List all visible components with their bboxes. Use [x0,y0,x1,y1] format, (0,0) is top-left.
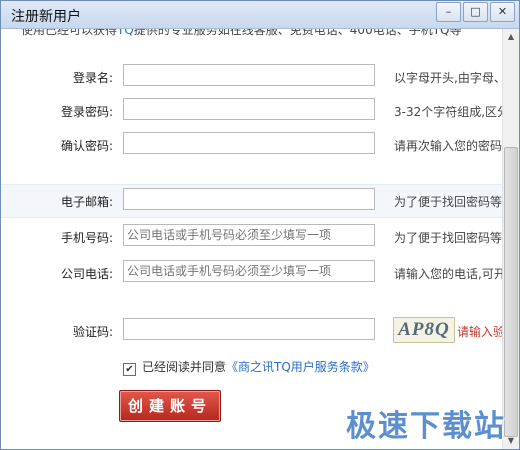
confirm-password-label: 确认密码: [60,139,113,153]
company-phone-input[interactable] [123,260,375,282]
watermark-logo: 极速下载站 [346,409,506,444]
title-bar[interactable]: 注册新用户 – □ ✕ [1,1,519,29]
password-hint: 3-32个字符组成,区分 [394,105,503,119]
captcha-row: 验证码: AP8Q 请输入验 [1,315,503,347]
top-notice-prefix: 使用已经可以获得 [21,29,118,37]
email-label: 电子邮箱: [60,195,113,209]
window-controls: – □ ✕ [434,2,515,22]
captcha-image[interactable]: AP8Q [393,317,455,343]
create-account-button[interactable]: 创建账号 [119,390,221,422]
agree-checkbox[interactable]: ✔ [123,363,136,376]
confirm-password-row: 确认密码: 请再次输入您的密码 [1,129,503,161]
captcha-input[interactable] [123,318,375,340]
confirm-password-hint: 请再次输入您的密码 [394,139,503,153]
login-name-hint: 以字母开头,由字母、 [394,71,503,85]
email-row: 电子邮箱: 为了便于找回密码等 [1,184,503,218]
mobile-label: 手机号码: [60,231,113,245]
captcha-hint: 请输入验 [457,325,503,339]
login-name-input[interactable] [123,64,375,86]
minimize-button[interactable]: – [436,2,461,22]
maximize-button[interactable]: □ [463,2,488,22]
captcha-label: 验证码: [72,325,113,339]
password-label: 登录密码: [60,105,113,119]
company-phone-label: 公司电话: [60,267,113,281]
email-input[interactable] [123,188,375,210]
terms-link[interactable]: 《商之讯TQ用户服务条款》 [226,360,375,374]
mobile-row: 手机号码: 为了便于找回密码等 [1,221,503,253]
login-name-label: 登录名: [72,71,113,85]
confirm-password-input[interactable] [123,132,375,154]
top-notice-suffix: 提供的专业服务如在线客服、免费电话、400电话、手机TQ等 [133,29,462,37]
email-hint: 为了便于找回密码等 [394,195,503,209]
agree-text: 已经阅读并同意 [142,360,227,374]
password-row: 登录密码: 3-32个字符组成,区分 [1,95,503,127]
top-notice: 使用已经可以获得TQ提供的专业服务如在线客服、免费电话、400电话、手机TQ等 [21,29,461,38]
scroll-thumb[interactable] [504,147,518,437]
mobile-input[interactable] [123,224,375,246]
vertical-scrollbar[interactable]: ▲ ▼ [502,29,519,449]
close-button[interactable]: ✕ [490,2,515,22]
company-phone-hint: 请输入您的电话,可开 [394,267,503,281]
login-name-row: 登录名: 以字母开头,由字母、 [1,61,503,93]
scroll-up-arrow-icon[interactable]: ▲ [503,29,519,45]
agreement: ✔ 已经阅读并同意《商之讯TQ用户服务条款》 [123,358,375,376]
window-title: 注册新用户 [11,9,81,25]
register-window: 注册新用户 – □ ✕ 使用已经可以获得TQ提供的专业服务如在线客服、免费电话、… [0,0,520,450]
top-notice-brand: TQ [117,29,134,37]
mobile-hint: 为了便于找回密码等 [394,231,503,245]
form-content: 使用已经可以获得TQ提供的专业服务如在线客服、免费电话、400电话、手机TQ等 … [1,29,503,449]
company-phone-row: 公司电话: 请输入您的电话,可开 [1,257,503,289]
password-input[interactable] [123,98,375,120]
